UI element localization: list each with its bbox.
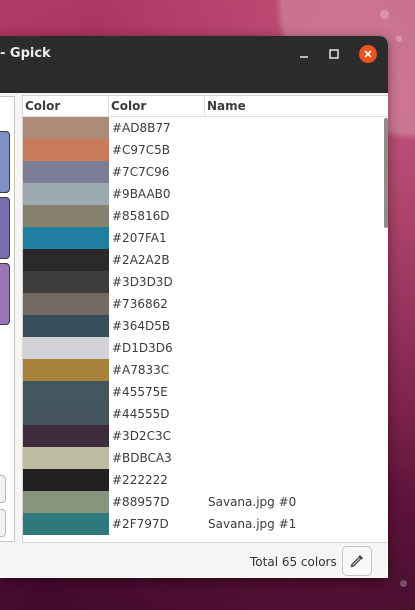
color-hex: #736862	[112, 297, 168, 311]
list-item[interactable]: #736862	[23, 293, 388, 315]
color-hex: #2A2A2B	[112, 253, 170, 267]
list-item[interactable]: #2A2A2B	[23, 249, 388, 271]
color-swatch	[23, 205, 109, 227]
status-bar: Total 65 colors	[22, 542, 388, 578]
list-rows: #AD8B77 #C97C5B #7C7C96 #9BAAB0 #85816D #207F…	[23, 117, 388, 535]
list-item[interactable]: #3D3D3D	[23, 271, 388, 293]
color-swatch	[23, 381, 109, 403]
list-item[interactable]: #A7833C	[23, 359, 388, 381]
swatch-tab[interactable]	[0, 131, 10, 193]
titlebar[interactable]: - Gpick	[0, 36, 388, 93]
color-hex: #85816D	[112, 209, 170, 223]
color-swatch	[23, 315, 109, 337]
color-name: Savana.jpg #1	[208, 517, 297, 531]
color-hex: #C97C5B	[112, 143, 170, 157]
maximize-icon	[329, 49, 339, 59]
color-hex: #AD8B77	[112, 121, 171, 135]
column-header-name[interactable]: Name	[207, 99, 246, 113]
list-item[interactable]: #3D2C3C	[23, 425, 388, 447]
swatch-tab[interactable]	[0, 197, 10, 259]
total-colors-label: Total 65 colors	[250, 555, 337, 569]
list-item[interactable]: #88957D Savana.jpg #0	[23, 491, 388, 513]
wallpaper-dot	[380, 10, 389, 19]
color-swatch	[23, 403, 109, 425]
color-hex: #2F797D	[112, 517, 169, 531]
color-swatch	[23, 425, 109, 447]
color-swatch	[23, 491, 109, 513]
window-title: - Gpick	[0, 46, 51, 61]
color-swatch	[23, 249, 109, 271]
color-hex: #222222	[112, 473, 168, 487]
color-hex: #44555D	[112, 407, 170, 421]
list-item[interactable]: #9BAAB0	[23, 183, 388, 205]
color-hex: #7C7C96	[112, 165, 170, 179]
side-button[interactable]	[0, 509, 6, 537]
side-button[interactable]	[0, 475, 6, 503]
list-item[interactable]: #207FA1	[23, 227, 388, 249]
column-separator	[108, 96, 109, 116]
color-swatch	[23, 359, 109, 381]
color-hex: #45575E	[112, 385, 168, 399]
color-hex: #207FA1	[112, 231, 167, 245]
palette-list[interactable]: Color Color Name #AD8B77 #C97C5B #7C7C96 #9…	[22, 95, 388, 542]
color-swatch	[23, 161, 109, 183]
color-swatch	[23, 513, 109, 535]
color-hex: #3D2C3C	[112, 429, 171, 443]
color-hex: #9BAAB0	[112, 187, 171, 201]
column-header-swatch[interactable]: Color	[25, 99, 60, 113]
color-swatch	[23, 183, 109, 205]
color-swatch	[23, 337, 109, 359]
color-hex: #364D5B	[112, 319, 171, 333]
swatch-panel	[0, 96, 15, 542]
main-area: Color Color Name #AD8B77 #C97C5B #7C7C96 #9…	[0, 93, 388, 578]
color-swatch	[23, 469, 109, 491]
color-name: Savana.jpg #0	[208, 495, 297, 509]
swatch-tab[interactable]	[0, 263, 10, 325]
list-header: Color Color Name	[23, 96, 388, 117]
list-item[interactable]: #45575E	[23, 381, 388, 403]
column-separator	[204, 96, 205, 116]
minimize-button[interactable]	[295, 45, 313, 63]
wallpaper-dot	[400, 580, 407, 587]
color-hex: #3D3D3D	[112, 275, 173, 289]
color-hex: #A7833C	[112, 363, 170, 377]
color-swatch	[23, 447, 109, 469]
color-swatch	[23, 293, 109, 315]
list-item[interactable]: #2F797D Savana.jpg #1	[23, 513, 388, 535]
list-item[interactable]: #44555D	[23, 403, 388, 425]
minimize-icon	[300, 56, 308, 58]
color-swatch	[23, 117, 109, 139]
scrollbar-thumb[interactable]	[384, 118, 388, 228]
list-item[interactable]: #C97C5B	[23, 139, 388, 161]
column-header-hex[interactable]: Color	[111, 99, 146, 113]
color-picker-icon	[350, 555, 363, 568]
color-swatch	[23, 227, 109, 249]
color-hex: #D1D3D6	[112, 341, 173, 355]
list-item[interactable]: #D1D3D6	[23, 337, 388, 359]
list-item[interactable]: #AD8B77	[23, 117, 388, 139]
list-item[interactable]: #7C7C96	[23, 161, 388, 183]
color-hex: #88957D	[112, 495, 170, 509]
gpick-window: - Gpick Color Color Name #AD8B77 #C97C5B…	[0, 36, 388, 578]
list-item[interactable]: #364D5B	[23, 315, 388, 337]
color-picker-button[interactable]	[342, 546, 372, 576]
close-icon	[364, 50, 372, 58]
list-item[interactable]: #BDBCA3	[23, 447, 388, 469]
color-swatch	[23, 271, 109, 293]
list-item[interactable]: #85816D	[23, 205, 388, 227]
close-button[interactable]	[359, 45, 377, 63]
list-item[interactable]: #222222	[23, 469, 388, 491]
maximize-button[interactable]	[325, 45, 343, 63]
color-swatch	[23, 139, 109, 161]
wallpaper-dot	[396, 36, 402, 42]
color-hex: #BDBCA3	[112, 451, 172, 465]
